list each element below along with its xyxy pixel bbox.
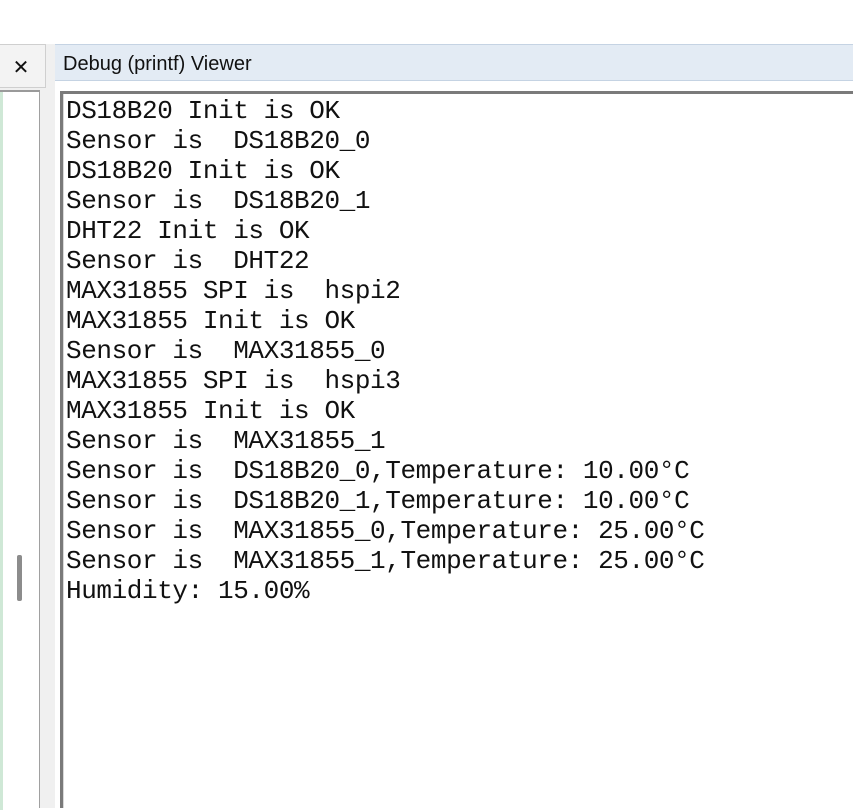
debug-output-area[interactable]: DS18B20 Init is OK Sensor is DS18B20_0 DS1… <box>60 91 853 808</box>
debug-output-line: Sensor is MAX31855_0,Temperature: 25.00°… <box>66 516 705 546</box>
debug-output-line: Sensor is DS18B20_1 <box>66 186 371 216</box>
left-pane-scrollbar-thumb[interactable] <box>17 555 22 601</box>
debug-output-line: Sensor is DS18B20_0 <box>66 126 371 156</box>
pane-splitter[interactable] <box>46 44 55 808</box>
close-icon[interactable]: ✕ <box>8 54 34 80</box>
debug-output-line: MAX31855 Init is OK <box>66 396 355 426</box>
debug-output-line: Sensor is DHT22 <box>66 246 310 276</box>
debug-output-line: MAX31855 SPI is hspi2 <box>66 276 401 306</box>
debug-viewer-title-bar[interactable]: Debug (printf) Viewer <box>55 44 853 81</box>
debug-output-line: Sensor is DS18B20_0,Temperature: 10.00°C <box>66 456 690 486</box>
debug-output-line: DHT22 Init is OK <box>66 216 310 246</box>
debug-output-line: MAX31855 SPI is hspi3 <box>66 366 401 396</box>
debug-output-line: DS18B20 Init is OK <box>66 156 340 186</box>
left-pane-header: ✕ <box>0 44 46 88</box>
left-pane-body <box>0 90 40 810</box>
left-docked-pane: ✕ <box>0 44 46 810</box>
debug-output-line: Sensor is MAX31855_0 <box>66 336 386 366</box>
debug-output-line: MAX31855 Init is OK <box>66 306 355 336</box>
debug-output-line: Humidity: 15.00% <box>66 576 310 606</box>
debug-viewer-window: Debug (printf) Viewer DS18B20 Init is OK… <box>55 44 853 808</box>
debug-output-line: Sensor is MAX31855_1,Temperature: 25.00°… <box>66 546 705 576</box>
debug-viewer-title: Debug (printf) Viewer <box>63 53 252 75</box>
debug-output-lines: DS18B20 Init is OK Sensor is DS18B20_0 DS1… <box>66 96 705 606</box>
left-pane-accent <box>0 92 3 810</box>
debug-output-line: Sensor is MAX31855_1 <box>66 426 386 456</box>
debug-output-line: DS18B20 Init is OK <box>66 96 340 126</box>
debug-output-line: Sensor is DS18B20_1,Temperature: 10.00°C <box>66 486 690 516</box>
